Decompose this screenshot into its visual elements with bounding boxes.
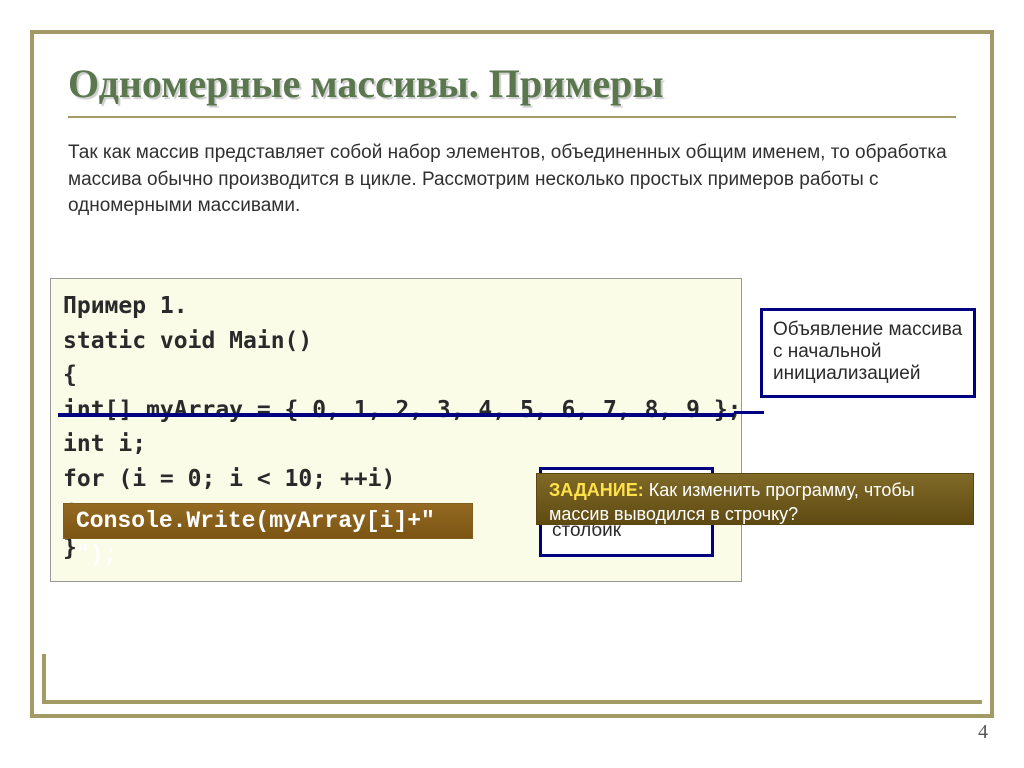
task-callout: ЗАДАНИЕ: Как изменить программу, чтобы м… <box>536 473 974 525</box>
inner-frame-bottom <box>42 700 982 704</box>
intro-paragraph: Так как массив представляет собой набор … <box>68 140 956 220</box>
declaration-callout: Объявление массива с начальной инициализ… <box>760 308 976 398</box>
code-line-5: int i; <box>63 427 729 462</box>
array-underline <box>58 413 734 417</box>
code-line-4: int[] myArray = { 0, 1, 2, 3, 4, 5, 6, 7… <box>63 393 729 428</box>
code-line-2: static void Main() <box>63 324 729 359</box>
page-number: 4 <box>978 721 988 744</box>
title-underline <box>68 116 956 118</box>
connector-to-declaration <box>734 411 764 414</box>
task-label: ЗАДАНИЕ: <box>549 480 644 500</box>
code-line-3: { <box>63 358 729 393</box>
highlighted-code-answer: Console.Write(myArray[i]+" "); <box>63 503 473 539</box>
code-line-1: Пример 1. <box>63 289 729 324</box>
inner-frame-left <box>42 654 46 704</box>
page-title: Одномерные массивы. Примеры <box>68 60 664 107</box>
